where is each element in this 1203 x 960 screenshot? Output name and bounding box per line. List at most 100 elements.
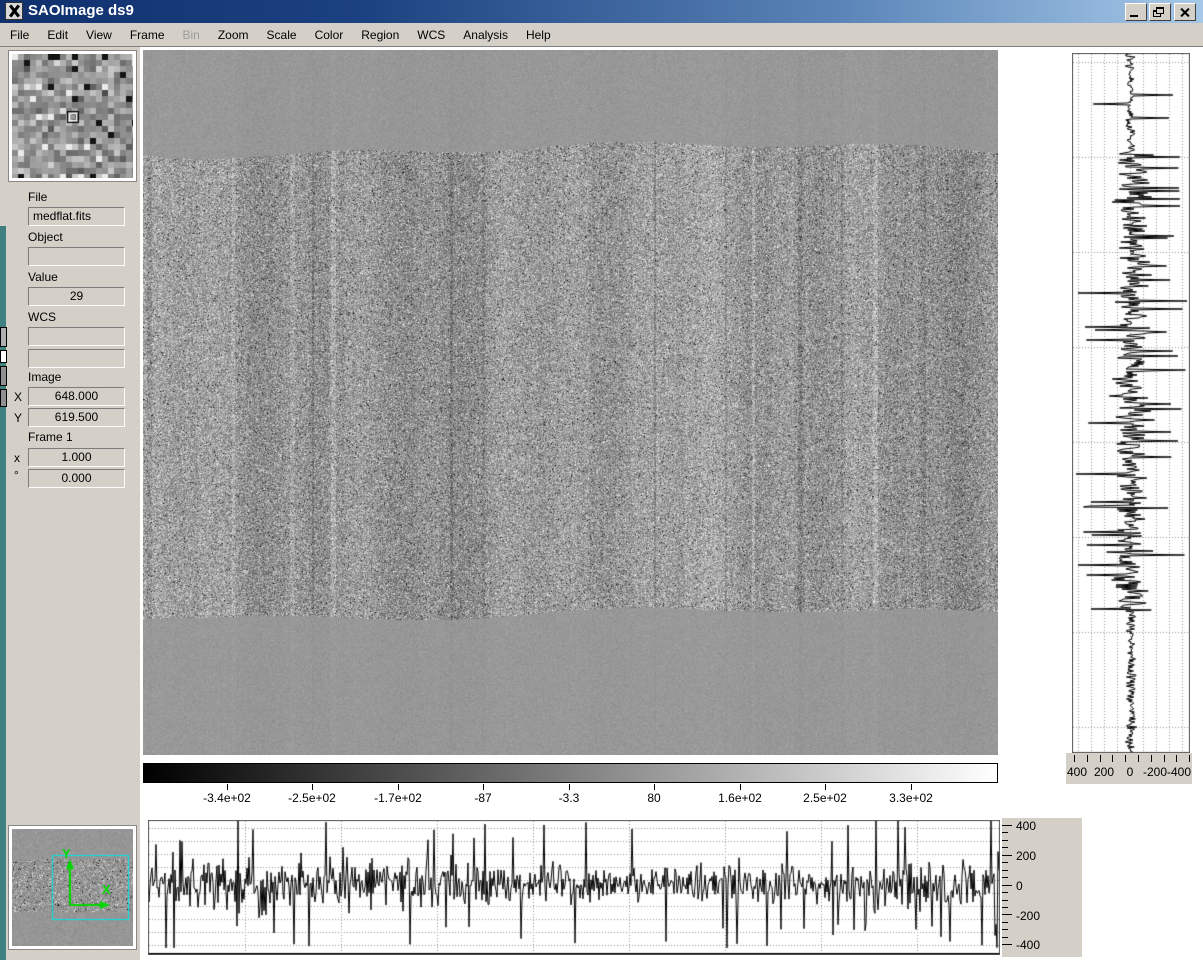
frame-x-label: x bbox=[14, 451, 20, 465]
vaxis-tick-label: -200 bbox=[1143, 765, 1167, 779]
menu-file[interactable]: File bbox=[10, 28, 29, 42]
file-field[interactable]: medflat.fits bbox=[28, 207, 125, 226]
magnifier-view bbox=[12, 54, 133, 178]
horizontal-cut-axis bbox=[1002, 818, 1082, 957]
haxis-tick-label: 400 bbox=[1016, 819, 1036, 833]
image-x-field[interactable]: 648.000 bbox=[28, 387, 125, 406]
value-field[interactable]: 29 bbox=[28, 287, 125, 306]
close-button[interactable] bbox=[1174, 3, 1196, 21]
colorbar-tick-label: 1.6e+02 bbox=[718, 791, 762, 805]
vaxis-tick bbox=[1087, 755, 1088, 762]
value-label: Value bbox=[28, 270, 58, 284]
wcs-field-2[interactable] bbox=[28, 349, 125, 368]
haxis-tick-label: -400 bbox=[1016, 938, 1040, 952]
colorbar-tick-label: 80 bbox=[647, 791, 660, 805]
panner-view[interactable] bbox=[12, 829, 133, 946]
wcs-field-1[interactable] bbox=[28, 327, 125, 346]
image-y-label: Y bbox=[14, 411, 22, 425]
vaxis-tick bbox=[1151, 755, 1152, 762]
background-swatch bbox=[0, 389, 7, 407]
haxis-tick-label: 200 bbox=[1016, 849, 1036, 863]
colorbar[interactable] bbox=[143, 763, 998, 783]
haxis-tick bbox=[1002, 855, 1012, 856]
magnifier-panel bbox=[8, 50, 137, 182]
colorbar-tick-label: -3.3 bbox=[559, 791, 580, 805]
image-label: Image bbox=[28, 370, 61, 384]
menu-bar: File Edit View Frame Bin Zoom Scale Colo… bbox=[0, 23, 1203, 47]
vaxis-tick-label: -400 bbox=[1167, 765, 1191, 779]
haxis-tick bbox=[1002, 944, 1012, 945]
minimize-icon bbox=[1130, 15, 1138, 17]
haxis-tick bbox=[1002, 929, 1008, 930]
wcs-label: WCS bbox=[28, 310, 56, 324]
minimize-button[interactable] bbox=[1125, 3, 1147, 21]
haxis-tick bbox=[1002, 825, 1012, 826]
vaxis-tick-label: 400 bbox=[1067, 765, 1087, 779]
ds9-application-window: SAOImage ds9 File Edit View Frame Bin Zo… bbox=[0, 0, 1203, 960]
vaxis-tick bbox=[1100, 755, 1101, 762]
haxis-tick bbox=[1002, 892, 1008, 893]
haxis-tick bbox=[1002, 885, 1012, 886]
haxis-tick bbox=[1002, 922, 1008, 923]
vaxis-tick bbox=[1138, 755, 1139, 762]
menu-edit[interactable]: Edit bbox=[47, 28, 68, 42]
frame-label: Frame 1 bbox=[28, 430, 73, 444]
colorbar-tick-label: 2.5e+02 bbox=[803, 791, 847, 805]
panner-y-axis-label: Y bbox=[62, 846, 71, 861]
menu-view[interactable]: View bbox=[86, 28, 112, 42]
menu-wcs[interactable]: WCS bbox=[417, 28, 445, 42]
menu-scale[interactable]: Scale bbox=[267, 28, 297, 42]
menu-region[interactable]: Region bbox=[361, 28, 399, 42]
haxis-tick bbox=[1002, 832, 1008, 833]
object-label: Object bbox=[28, 230, 63, 244]
frame-x-field[interactable]: 1.000 bbox=[28, 448, 125, 467]
haxis-tick bbox=[1002, 937, 1008, 938]
background-swatch bbox=[0, 366, 7, 386]
menu-analysis[interactable]: Analysis bbox=[463, 28, 508, 42]
image-x-label: X bbox=[14, 390, 22, 404]
vaxis-tick-label: 0 bbox=[1127, 765, 1134, 779]
menu-zoom[interactable]: Zoom bbox=[218, 28, 249, 42]
vertical-cut-graph bbox=[1072, 53, 1190, 753]
restore-button[interactable] bbox=[1149, 3, 1171, 21]
file-label: File bbox=[28, 190, 47, 204]
image-y-field[interactable]: 619.500 bbox=[28, 408, 125, 427]
panner-panel[interactable] bbox=[8, 825, 137, 950]
colorbar-tick-label: -3.4e+02 bbox=[203, 791, 251, 805]
background-swatch bbox=[0, 327, 7, 347]
frame-deg-field[interactable]: 0.000 bbox=[28, 469, 125, 488]
vaxis-tick-label: 200 bbox=[1094, 765, 1114, 779]
haxis-tick bbox=[1002, 907, 1008, 908]
colorbar-tick-label: 3.3e+02 bbox=[889, 791, 933, 805]
frame-deg-label: ° bbox=[14, 468, 19, 482]
haxis-tick-label: -200 bbox=[1016, 909, 1040, 923]
vaxis-tick bbox=[1189, 755, 1190, 762]
menu-frame[interactable]: Frame bbox=[130, 28, 165, 42]
vaxis-tick bbox=[1074, 755, 1075, 762]
vaxis-tick bbox=[1176, 755, 1177, 762]
vaxis-tick bbox=[1112, 755, 1113, 762]
menu-color[interactable]: Color bbox=[315, 28, 344, 42]
haxis-tick bbox=[1002, 877, 1008, 878]
info-panel bbox=[0, 47, 140, 960]
panner-x-axis-label: X bbox=[102, 882, 111, 897]
haxis-tick-label: 0 bbox=[1016, 879, 1023, 893]
object-field[interactable] bbox=[28, 247, 125, 266]
haxis-tick bbox=[1002, 847, 1008, 848]
haxis-tick bbox=[1002, 862, 1008, 863]
haxis-tick bbox=[1002, 840, 1008, 841]
haxis-tick bbox=[1002, 914, 1012, 915]
vaxis-tick bbox=[1164, 755, 1165, 762]
horizontal-cut-graph bbox=[148, 820, 1000, 955]
image-display[interactable] bbox=[143, 50, 998, 755]
colorbar-tick-label: -2.5e+02 bbox=[288, 791, 336, 805]
colorbar-tick-label: -1.7e+02 bbox=[374, 791, 422, 805]
haxis-tick bbox=[1002, 900, 1008, 901]
vaxis-tick bbox=[1125, 755, 1126, 762]
menu-help[interactable]: Help bbox=[526, 28, 551, 42]
background-swatch bbox=[0, 350, 7, 363]
window-title: SAOImage ds9 bbox=[28, 2, 134, 19]
haxis-tick bbox=[1002, 870, 1008, 871]
title-bar[interactable]: SAOImage ds9 bbox=[0, 0, 1203, 23]
colorbar-tick-label: -87 bbox=[474, 791, 491, 805]
